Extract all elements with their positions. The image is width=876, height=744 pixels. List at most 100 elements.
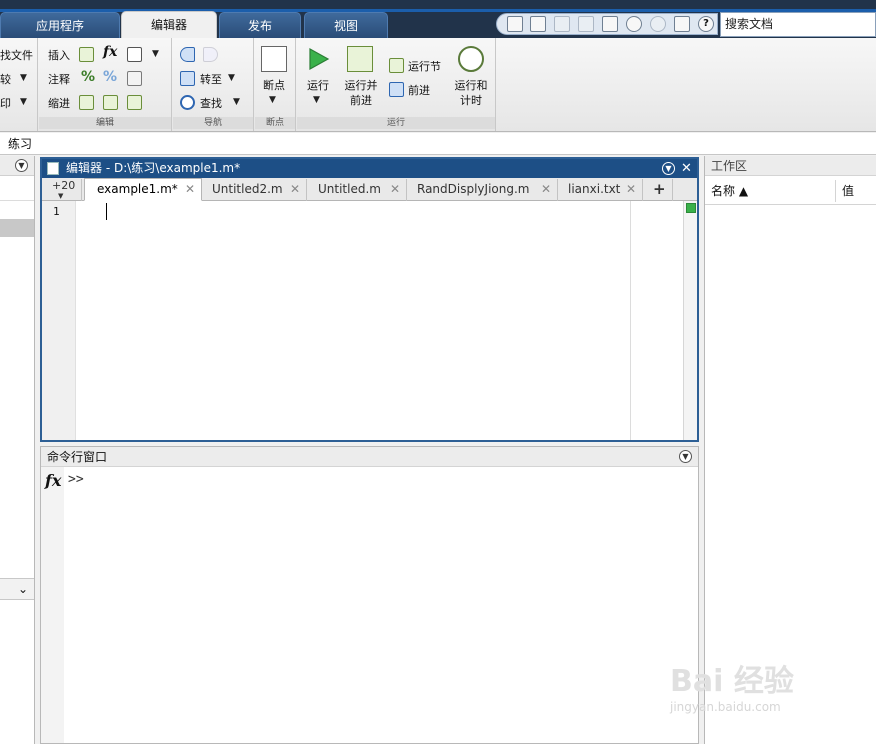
smart-indent-icon[interactable] <box>79 95 94 110</box>
search-documentation-input[interactable]: 搜索文档 <box>720 12 876 37</box>
breakpoints-icon[interactable] <box>261 46 287 72</box>
run-and-advance-icon[interactable] <box>347 46 373 72</box>
tab-publish-label: 发布 <box>247 19 272 33</box>
code-analyzer-ok-icon[interactable] <box>686 203 696 213</box>
help-icon[interactable]: ? <box>698 16 714 32</box>
tab-publish[interactable]: 发布 <box>219 12 301 38</box>
column-value[interactable]: 值 <box>842 177 854 205</box>
find-files-button[interactable]: 找文件 <box>0 47 33 63</box>
find-caret-icon[interactable]: ▼ <box>233 97 240 107</box>
goto-button[interactable]: 转至 <box>200 71 222 87</box>
text-cursor <box>106 203 107 220</box>
goto-caret-icon[interactable]: ▼ <box>228 73 235 83</box>
run-and-advance-button[interactable]: 运行并 前进 <box>341 78 381 108</box>
increase-indent-icon[interactable] <box>103 95 118 110</box>
tab-close-icon[interactable]: ✕ <box>626 179 636 199</box>
editor-tab-untitled[interactable]: Untitled.m ✕ <box>309 179 407 201</box>
editor-tab-label: example1.m* <box>97 182 178 196</box>
editor-tab-label: Untitled2.m <box>212 182 283 196</box>
wrap-comments-icon[interactable] <box>127 71 142 86</box>
compare-button[interactable]: 较 <box>0 71 11 87</box>
editor-tab-randdisplyjiong[interactable]: RandDisplyJiong.m ✕ <box>408 179 558 201</box>
zoom-dropdown[interactable]: +20 ▼ <box>46 179 82 201</box>
new-file-icon[interactable] <box>507 16 523 32</box>
advance-icon[interactable] <box>389 82 404 97</box>
new-tab-button[interactable]: + <box>645 179 673 201</box>
run-section-button[interactable]: 运行节 <box>408 58 441 74</box>
watermark-url: jingyan.baidu.com <box>670 700 781 714</box>
forward-arrow-icon[interactable] <box>203 47 218 62</box>
baidu-jingyan-watermark: Bai 经验 jingyan.baidu.com <box>670 656 870 726</box>
plus-icon: + <box>653 180 666 198</box>
editor-tab-label: RandDisplyJiong.m <box>417 182 530 196</box>
current-folder-header: ▼ <box>0 156 34 176</box>
paste-icon[interactable] <box>602 16 618 32</box>
insert-function-button[interactable]: fx <box>103 44 117 60</box>
selected-file-row[interactable] <box>0 219 34 237</box>
run-and-time-label-1: 运行和 <box>454 79 488 92</box>
tab-close-icon[interactable]: ✕ <box>390 179 400 199</box>
insert-caret-icon[interactable]: ▼ <box>152 49 159 59</box>
print-button[interactable]: 印 <box>0 95 11 111</box>
command-prompt: >> <box>68 472 84 487</box>
run-play-icon[interactable] <box>305 46 331 72</box>
print-caret-icon[interactable]: ▼ <box>20 97 27 107</box>
breakpoints-button[interactable]: 断点 <box>259 78 289 93</box>
run-caret-icon[interactable]: ▼ <box>313 95 320 105</box>
run-button[interactable]: 运行 <box>303 78 333 93</box>
ribbon-group-file: 找文件 较 ▼ 印 ▼ <box>0 38 38 131</box>
editor-file-icon <box>47 162 59 175</box>
compare-caret-icon[interactable]: ▼ <box>20 73 27 83</box>
current-folder-bar[interactable]: 练习 <box>0 133 876 155</box>
run-and-time-icon[interactable] <box>458 46 484 72</box>
code-analyzer-strip[interactable] <box>683 201 697 440</box>
function-browser-icon[interactable]: fx <box>45 471 61 490</box>
editor-tab-example1[interactable]: example1.m* ✕ <box>84 178 202 201</box>
find-button[interactable]: 查找 <box>200 95 222 111</box>
editor-close-icon[interactable]: ✕ <box>681 159 692 178</box>
switch-windows-icon[interactable] <box>674 16 690 32</box>
column-name-sort[interactable]: 名称 ▲ <box>711 177 748 205</box>
goto-icon[interactable] <box>180 71 195 86</box>
redo-icon[interactable] <box>650 16 666 32</box>
editor-actions-icon[interactable]: ▼ <box>662 162 675 175</box>
editor-titlebar: 编辑器 - D:\练习\example1.m* ▼ ✕ <box>42 159 697 178</box>
undo-icon[interactable] <box>626 16 642 32</box>
ribbon-toolbar: 找文件 较 ▼ 印 ▼ 插入 fx ▼ 注释 % % 缩进 编辑 转至 ▼ 查找… <box>0 38 876 132</box>
editor-title: 编辑器 - D:\练习\example1.m* <box>66 161 241 175</box>
insert-section-icon[interactable] <box>79 47 94 62</box>
find-magnifier-icon[interactable] <box>180 95 195 110</box>
save-icon[interactable] <box>530 16 546 32</box>
panel-actions-icon[interactable]: ▼ <box>15 159 28 172</box>
editor-tab-lianxi[interactable]: lianxi.txt ✕ <box>559 179 643 201</box>
uncomment-icon[interactable]: % <box>103 69 117 85</box>
run-section-icon[interactable] <box>389 58 404 73</box>
column-separator[interactable] <box>835 180 836 202</box>
tab-close-icon[interactable]: ✕ <box>541 179 551 199</box>
decrease-indent-icon[interactable] <box>127 95 142 110</box>
insert-button[interactable]: 插入 <box>48 47 70 63</box>
tab-view[interactable]: 视图 <box>304 12 388 38</box>
tab-close-icon[interactable]: ✕ <box>290 179 300 199</box>
details-toggle[interactable]: ⌄ <box>0 578 34 600</box>
tab-editor[interactable]: 编辑器 <box>121 11 217 39</box>
tab-close-icon[interactable]: ✕ <box>185 179 195 199</box>
copy-icon[interactable] <box>578 16 594 32</box>
comment-percent-icon[interactable]: % <box>81 69 95 85</box>
insert-fi-icon[interactable] <box>127 47 142 62</box>
command-window-actions-icon[interactable]: ▼ <box>679 450 692 463</box>
zoom-label: +20 <box>52 179 76 192</box>
command-window[interactable]: 命令行窗口 ▼ fx >> <box>40 446 699 744</box>
back-arrow-icon[interactable] <box>180 47 195 62</box>
comment-button[interactable]: 注释 <box>48 71 70 87</box>
run-and-time-button[interactable]: 运行和 计时 <box>451 78 491 108</box>
indent-button[interactable]: 缩进 <box>48 95 70 111</box>
run-and-advance-label-2: 前进 <box>350 94 372 107</box>
current-folder-column-header <box>0 176 34 201</box>
advance-button[interactable]: 前进 <box>408 82 430 98</box>
quick-access-toolbar: ? <box>496 13 718 35</box>
cut-icon[interactable] <box>554 16 570 32</box>
tab-apps[interactable]: 应用程序 <box>0 12 120 38</box>
breakpoints-caret-icon[interactable]: ▼ <box>269 95 276 105</box>
editor-tab-untitled2[interactable]: Untitled2.m ✕ <box>203 179 307 201</box>
